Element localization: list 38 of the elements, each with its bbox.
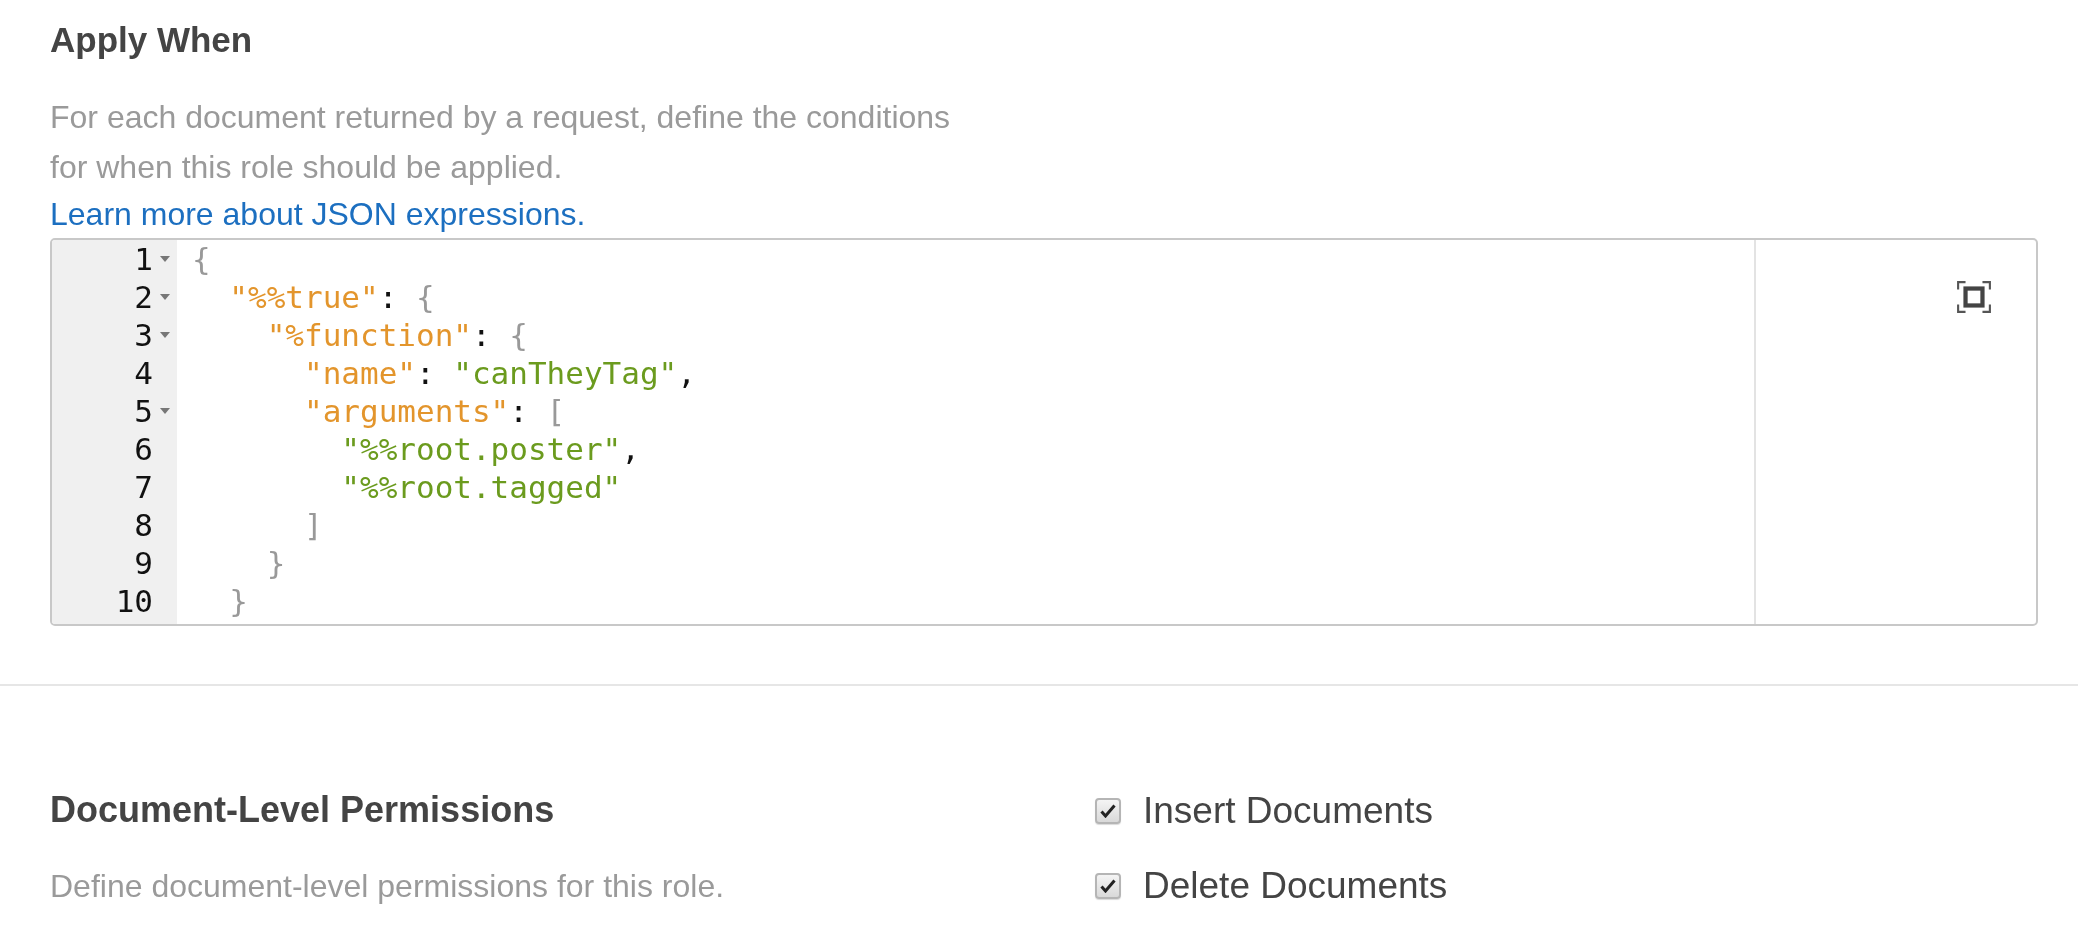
json-expressions-link[interactable]: Learn more about JSON expressions. [50,192,586,236]
section-description: Define document-level permissions for this role. [50,867,725,906]
code-line: { [192,240,211,278]
fold-caret-icon[interactable] [159,255,171,263]
code-line: "arguments": [ [302,392,566,430]
checkmark-icon [1100,879,1116,893]
fold-caret-icon[interactable] [159,293,171,301]
fullscreen-icon[interactable] [1956,280,1992,314]
section-title: Document-Level Permissions [50,788,555,832]
code-line: "%%root.poster", [340,430,640,468]
line-number: 10 [115,582,153,620]
code-line: } [228,582,248,620]
line-number: 3 [134,316,153,354]
code-line: "%%true": { [228,278,435,316]
checkbox[interactable] [1095,873,1121,899]
line-number: 4 [134,354,153,392]
checkbox[interactable] [1095,798,1121,824]
code-editor[interactable]: 1 2 3 4 5 6 7 8 9 10 { "%%true": { "%function": { "name": "canTheyTag", "arguments": [ "%%root.poster", "%%root.tagged" ] } } [50,238,2038,626]
line-number: 9 [134,544,153,582]
checkbox-label: Delete Documents [1143,865,1448,907]
code-line: "name": "canTheyTag", [302,354,696,392]
line-number: 5 [134,392,153,430]
code-line: ] [302,506,323,544]
line-number: 1 [134,240,153,278]
code-line: "%%root.tagged" [340,468,622,506]
fold-caret-icon[interactable] [159,407,171,415]
code-line: "%function": { [265,316,528,354]
line-number: 2 [134,278,153,316]
line-number: 8 [134,506,153,544]
checkbox-label: Insert Documents [1143,790,1433,832]
section-description: For each document returned by a request, define the conditions [50,98,951,137]
fold-caret-icon[interactable] [159,331,171,339]
section-title: Apply When [50,19,253,61]
line-number: 6 [134,430,153,468]
checkmark-icon [1100,804,1116,818]
line-number: 7 [134,468,153,506]
section-description: for when this role should be applied. [50,148,563,187]
code-line: } [265,544,286,582]
